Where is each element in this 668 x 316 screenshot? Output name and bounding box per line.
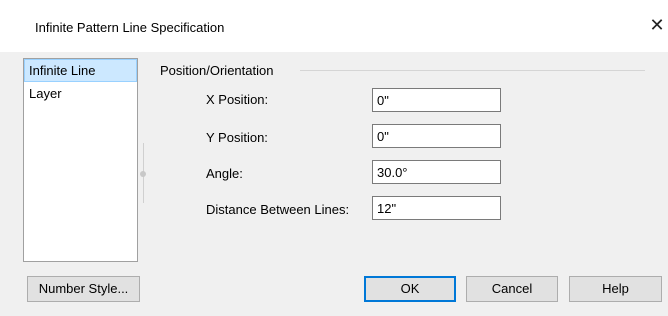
- cancel-button[interactable]: Cancel: [466, 276, 558, 302]
- close-icon[interactable]: ✕: [646, 12, 668, 38]
- y-position-input[interactable]: [372, 124, 501, 148]
- ok-button[interactable]: OK: [364, 276, 456, 302]
- nav-item-layer[interactable]: Layer: [24, 82, 137, 105]
- dialog-window: Infinite Pattern Line Specification ✕ In…: [0, 0, 668, 316]
- distance-input[interactable]: [372, 196, 501, 220]
- angle-input[interactable]: [372, 160, 501, 184]
- window-title: Infinite Pattern Line Specification: [35, 20, 225, 35]
- x-position-label: X Position:: [206, 92, 269, 107]
- help-button[interactable]: Help: [569, 276, 662, 302]
- y-position-label: Y Position:: [206, 130, 268, 145]
- distance-label: Distance Between Lines:: [206, 202, 350, 217]
- x-position-input[interactable]: [372, 88, 501, 112]
- category-list: Infinite Line Layer: [23, 58, 138, 262]
- group-title: Position/Orientation: [160, 63, 280, 78]
- splitter-grip-icon[interactable]: [140, 171, 146, 177]
- group-divider: [300, 70, 645, 71]
- nav-item-infinite-line[interactable]: Infinite Line: [24, 59, 137, 82]
- number-style-button[interactable]: Number Style...: [27, 276, 140, 302]
- angle-label: Angle:: [206, 166, 243, 181]
- title-bar: Infinite Pattern Line Specification ✕: [0, 0, 668, 52]
